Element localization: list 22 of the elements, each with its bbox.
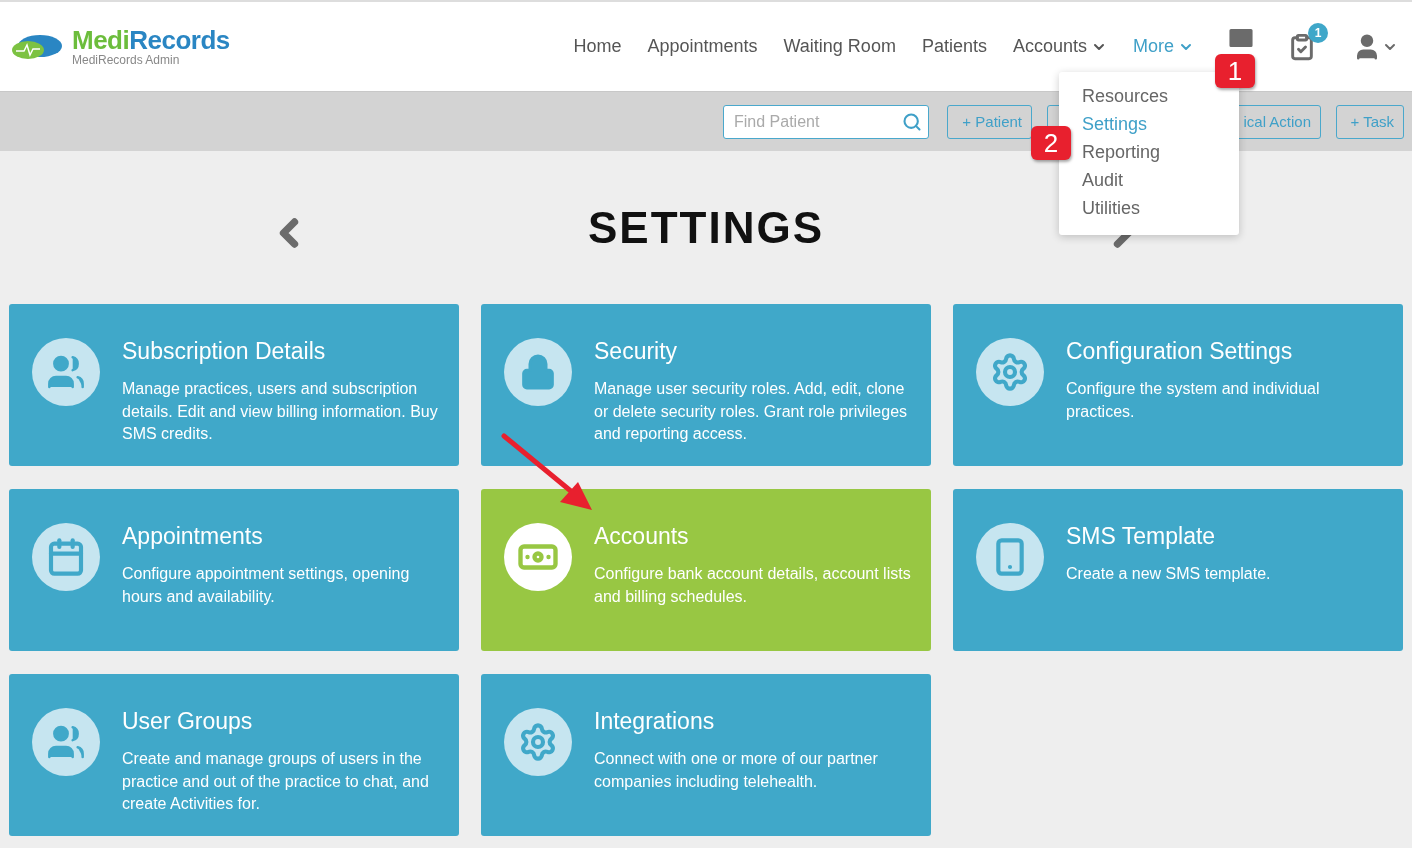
page-title: SETTINGS xyxy=(587,202,825,253)
card-description: Connect with one or more of our partner companies including telehealth. xyxy=(594,749,879,792)
card-description: Configure bank account details, account lists and billing schedules. xyxy=(594,564,911,607)
logo-subtitle: MediRecords Admin xyxy=(72,52,181,67)
card-description: Manage user security roles. Add, edit, clone or delete security roles. Grant role privileges and reporting access. xyxy=(594,379,909,444)
card-title: Accounts xyxy=(594,523,690,549)
card-description: Configure the system and individual practices. xyxy=(1066,379,1321,422)
step-badge: 2 xyxy=(1031,126,1071,160)
card-title: Configuration Settings xyxy=(1066,338,1294,364)
card-title: Security xyxy=(594,338,679,364)
card-title: SMS Template xyxy=(1066,523,1217,549)
card-title: Appointments xyxy=(122,523,264,549)
step-badge: 1 xyxy=(1215,54,1255,88)
logo-text: MediRecords xyxy=(72,26,230,53)
notification-badge: 1 xyxy=(1308,22,1328,43)
card-description: Create and manage groups of users in the practice and out of the practice to chat, and create Activities for. xyxy=(122,749,430,814)
card-description: Manage practices, users and subscription details. Edit and view billing information. Buy SMS credits. xyxy=(122,379,439,444)
card-title: Subscription Details xyxy=(122,338,327,364)
card-title: Integrations xyxy=(594,708,716,734)
card-title: User Groups xyxy=(122,708,254,734)
card-description: Configure appointment settings, opening hours and availability. xyxy=(122,564,411,607)
card-description: Create a new SMS template. xyxy=(1066,564,1271,584)
